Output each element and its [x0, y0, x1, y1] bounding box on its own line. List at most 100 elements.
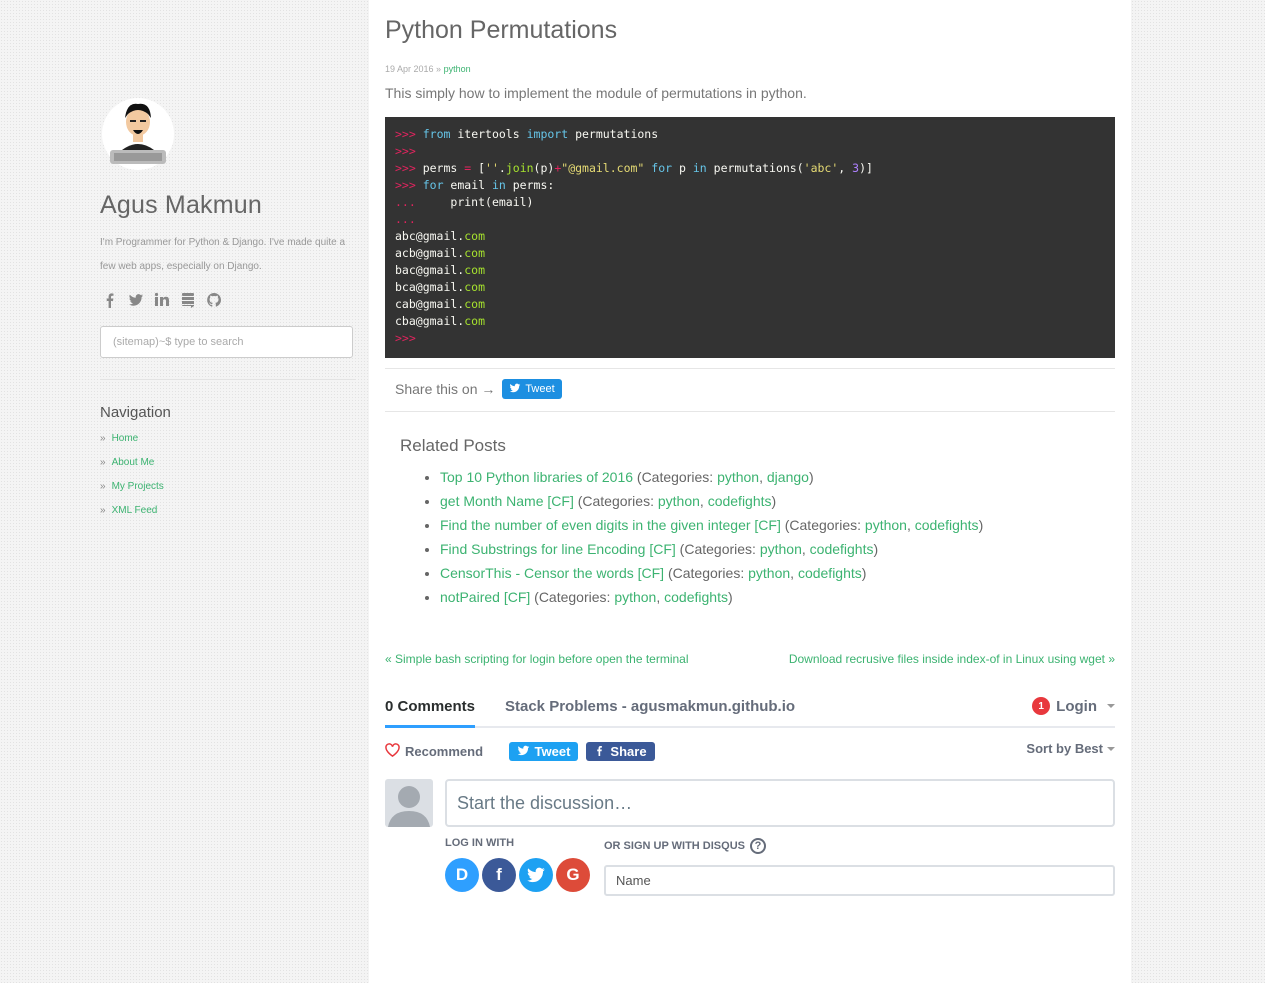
post-intro: This simply how to implement the module … [385, 85, 807, 101]
nav-link-feed[interactable]: XML Feed [112, 505, 158, 516]
navigation-title: Navigation [100, 404, 171, 421]
related-posts-title: Related Posts [400, 436, 506, 455]
share-label: Share [610, 744, 647, 759]
recommend-button[interactable]: Recommend [385, 743, 483, 760]
user-avatar [385, 779, 433, 827]
related-post-item: get Month Name [CF] (Categories: python,… [440, 489, 983, 513]
signup-label: OR SIGN UP WITH DISQUS ? [604, 838, 766, 854]
tweet-button[interactable]: Tweet [502, 379, 562, 399]
related-post-link[interactable]: Find the number of even digits in the gi… [440, 517, 781, 533]
login-label: Login [1056, 697, 1097, 715]
disqus-actions: Recommend Tweet Share Sort by Best [385, 728, 1115, 772]
related-post-link[interactable]: CensorThis - Censor the words [CF] [440, 565, 664, 581]
share-label: Share this on → [395, 381, 496, 397]
avatar[interactable] [100, 98, 176, 170]
login-menu[interactable]: 1 Login [1032, 697, 1115, 715]
search-input[interactable] [100, 326, 353, 358]
github-icon[interactable] [206, 292, 222, 308]
comment-textarea[interactable]: Start the discussion… [445, 779, 1115, 827]
community-tab[interactable]: Stack Problems - agusmakmun.github.io [505, 698, 795, 715]
author-bio: I'm Programmer for Python & Django. I've… [100, 237, 346, 272]
facebook-icon [594, 744, 605, 760]
post-category-link[interactable]: python [444, 64, 471, 74]
meta-separator: » [433, 64, 444, 74]
post-title: Python Permutations [385, 16, 618, 44]
category-link[interactable]: codefights [810, 541, 874, 557]
facebook-login-icon[interactable]: f [482, 858, 516, 892]
sort-dropdown[interactable]: Sort by Best [1026, 741, 1115, 756]
category-link[interactable]: python [614, 589, 656, 605]
related-post-item: CensorThis - Censor the words [CF] (Cate… [440, 561, 983, 585]
post-date: 19 Apr 2016 [385, 64, 434, 74]
chevron-down-icon [1107, 746, 1115, 751]
disqus-tweet-button[interactable]: Tweet [509, 742, 578, 761]
code-line: cab@gmail.com [395, 297, 486, 311]
code-line: ... print(email) [395, 195, 534, 209]
code-line: abc@gmail.com [395, 229, 486, 243]
recommend-label: Recommend [405, 744, 484, 759]
facebook-icon[interactable] [102, 292, 118, 308]
social-login-buttons: Df G [445, 858, 590, 892]
code-line: bac@gmail.com [395, 263, 486, 277]
nav-link-home[interactable]: Home [112, 433, 139, 444]
disqus-login-icon[interactable]: D [445, 858, 479, 892]
category-link[interactable]: python [760, 541, 802, 557]
category-link[interactable]: codefights [915, 517, 979, 533]
nav-link-projects[interactable]: My Projects [112, 481, 164, 492]
category-link[interactable]: python [865, 517, 907, 533]
twitter-login-icon[interactable] [519, 858, 553, 892]
bullet: » [100, 481, 106, 492]
category-link[interactable]: codefights [664, 589, 728, 605]
code-line: >>> [395, 144, 416, 158]
code-line: ... [395, 212, 416, 226]
code-line: cba@gmail.com [395, 314, 486, 328]
name-input[interactable] [604, 865, 1115, 896]
category-link[interactable]: python [717, 469, 759, 485]
bullet: » [100, 457, 106, 468]
code-line: acb@gmail.com [395, 246, 486, 260]
stackexchange-icon[interactable] [180, 292, 196, 308]
related-post-link[interactable]: get Month Name [CF] [440, 493, 574, 509]
related-post-link[interactable]: notPaired [CF] [440, 589, 530, 605]
related-post-link[interactable]: Find Substrings for line Encoding [CF] [440, 541, 676, 557]
code-line: >>> from itertools import permutations [395, 127, 659, 141]
comment-composer: Start the discussion… [385, 779, 1115, 829]
notification-badge: 1 [1032, 697, 1051, 715]
code-line: >>> [395, 331, 416, 345]
linkedin-icon[interactable] [154, 292, 170, 308]
google-login-icon[interactable]: G [556, 858, 590, 892]
category-link[interactable]: codefights [798, 565, 862, 581]
sort-label: Sort by Best [1026, 741, 1103, 756]
code-line: >>> perms = [''.join(p)+"@gmail.com" for… [395, 161, 873, 175]
tweet-label: Tweet [534, 744, 571, 759]
twitter-icon[interactable] [128, 292, 144, 308]
related-post-item: Top 10 Python libraries of 2016 (Categor… [440, 465, 983, 489]
code-line: >>> for email in perms: [395, 178, 555, 192]
signup-text: OR SIGN UP WITH DISQUS [604, 840, 745, 852]
comments-tab[interactable]: 0 Comments [385, 698, 476, 728]
nav-item-about: » About Me [100, 451, 164, 475]
help-icon[interactable]: ? [749, 838, 766, 854]
related-post-link[interactable]: Top 10 Python libraries of 2016 [440, 469, 633, 485]
related-post-item: Find the number of even digits in the gi… [440, 513, 983, 537]
category-link[interactable]: codefights [708, 493, 772, 509]
related-post-item: Find Substrings for line Encoding [CF] (… [440, 537, 983, 561]
category-link[interactable]: django [767, 469, 809, 485]
post-meta: 19 Apr 2016 » python [385, 64, 471, 74]
previous-post-link[interactable]: « Simple bash scripting for login before… [385, 652, 689, 666]
nav-item-home: » Home [100, 427, 164, 451]
tweet-label: Tweet [525, 383, 555, 395]
category-link[interactable]: python [658, 493, 700, 509]
next-post-link[interactable]: Download recrusive files inside index-of… [789, 652, 1115, 666]
navigation-list: » Home » About Me » My Projects » XML Feed [100, 427, 164, 523]
log-in-with-label: LOG IN WITH [445, 837, 515, 849]
disqus-header: 0 Comments Stack Problems - agusmakmun.g… [385, 690, 1115, 728]
divider [385, 411, 1115, 412]
bullet: » [100, 505, 106, 516]
divider [100, 379, 355, 380]
twitter-icon [517, 744, 530, 760]
bullet: » [100, 433, 106, 444]
nav-link-about[interactable]: About Me [112, 457, 155, 468]
category-link[interactable]: python [748, 565, 790, 581]
disqus-share-button[interactable]: Share [586, 742, 655, 761]
